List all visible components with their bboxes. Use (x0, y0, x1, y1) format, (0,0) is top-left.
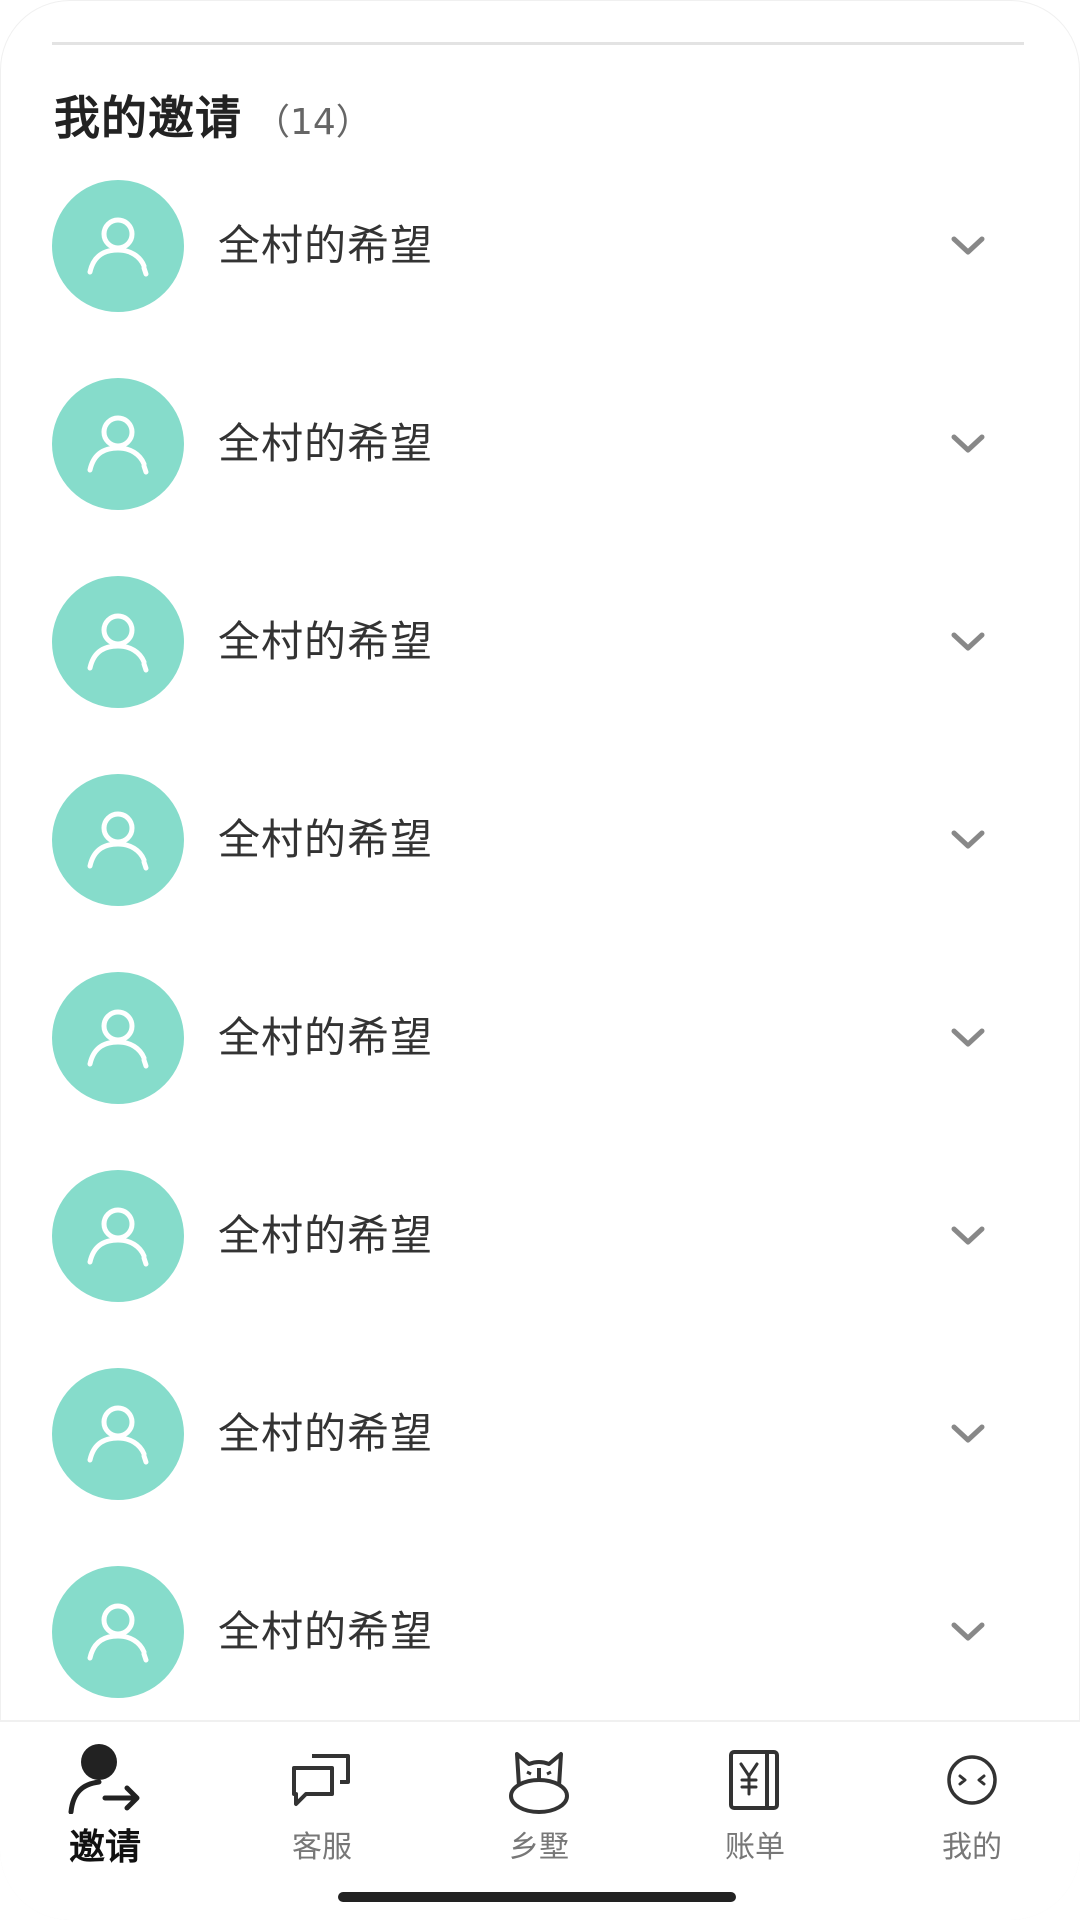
list-item[interactable]: 全村的希望 (0, 376, 1080, 574)
avatar (52, 378, 184, 510)
home-indicator[interactable] (338, 1892, 736, 1902)
tab-profile[interactable]: 我的 (902, 1740, 1042, 1870)
invitee-name: 全村的希望 (218, 1211, 434, 1260)
list-item[interactable]: 全村的希望 (0, 1366, 1080, 1564)
invitee-name: 全村的希望 (218, 617, 434, 666)
user-icon (87, 613, 149, 673)
invitee-name: 全村的希望 (218, 419, 434, 468)
chevron-down-icon[interactable] (948, 424, 988, 464)
profile-icon (944, 1740, 1000, 1820)
invite-count: （14） (254, 102, 372, 143)
user-icon (87, 1405, 149, 1465)
list-item[interactable]: 全村的希望 (0, 574, 1080, 772)
user-icon (87, 811, 149, 871)
bill-icon (727, 1740, 783, 1820)
tab-bill[interactable]: 账单 (685, 1740, 825, 1870)
chevron-down-icon[interactable] (948, 226, 988, 266)
invitee-name: 全村的希望 (218, 815, 434, 864)
invite-icon (65, 1740, 145, 1816)
bottom-tab-bar: 邀请 客服 乡墅 账单 我的 (0, 1720, 1080, 1920)
user-icon (87, 1603, 149, 1663)
page-title: 我的邀请 (54, 91, 242, 145)
list-item[interactable]: 全村的希望 (0, 772, 1080, 970)
user-icon (87, 415, 149, 475)
tab-label: 客服 (292, 1830, 352, 1865)
list-item[interactable]: 全村的希望 (0, 970, 1080, 1168)
tab-invite[interactable]: 邀请 (35, 1740, 175, 1870)
avatar (52, 972, 184, 1104)
avatar (52, 576, 184, 708)
tab-villa[interactable]: 乡墅 (469, 1740, 609, 1870)
chevron-down-icon[interactable] (948, 820, 988, 860)
tab-label: 账单 (725, 1830, 785, 1865)
chat-icon (290, 1740, 354, 1820)
invitee-name: 全村的希望 (218, 1013, 434, 1062)
list-item[interactable]: 全村的希望 (0, 1168, 1080, 1366)
villa-icon (507, 1740, 571, 1820)
avatar (52, 180, 184, 312)
tab-label: 邀请 (68, 1827, 141, 1868)
user-icon (87, 1207, 149, 1267)
chevron-down-icon[interactable] (948, 1414, 988, 1454)
invite-list: 全村的希望 全村的希望 全村的希望 全村的希望 全村的希望 全村的希望 全村的希… (0, 178, 1080, 1762)
screen: 我的邀请 （14） 全村的希望 全村的希望 全村的希望 全村的希望 全村的希望 … (0, 0, 1080, 1920)
avatar (52, 1170, 184, 1302)
avatar (52, 1368, 184, 1500)
invitee-name: 全村的希望 (218, 1607, 434, 1656)
chevron-down-icon[interactable] (948, 1216, 988, 1256)
user-icon (87, 217, 149, 277)
page-header: 我的邀请 （14） (54, 82, 372, 148)
tab-service[interactable]: 客服 (252, 1740, 392, 1870)
avatar (52, 774, 184, 906)
chevron-down-icon[interactable] (948, 1612, 988, 1652)
top-divider (52, 42, 1024, 45)
tab-label: 我的 (942, 1830, 1002, 1865)
invitee-name: 全村的希望 (218, 221, 434, 270)
avatar (52, 1566, 184, 1698)
chevron-down-icon[interactable] (948, 622, 988, 662)
chevron-down-icon[interactable] (948, 1018, 988, 1058)
tab-label: 乡墅 (509, 1830, 569, 1865)
user-icon (87, 1009, 149, 1069)
list-item[interactable]: 全村的希望 (0, 178, 1080, 376)
invitee-name: 全村的希望 (218, 1409, 434, 1458)
